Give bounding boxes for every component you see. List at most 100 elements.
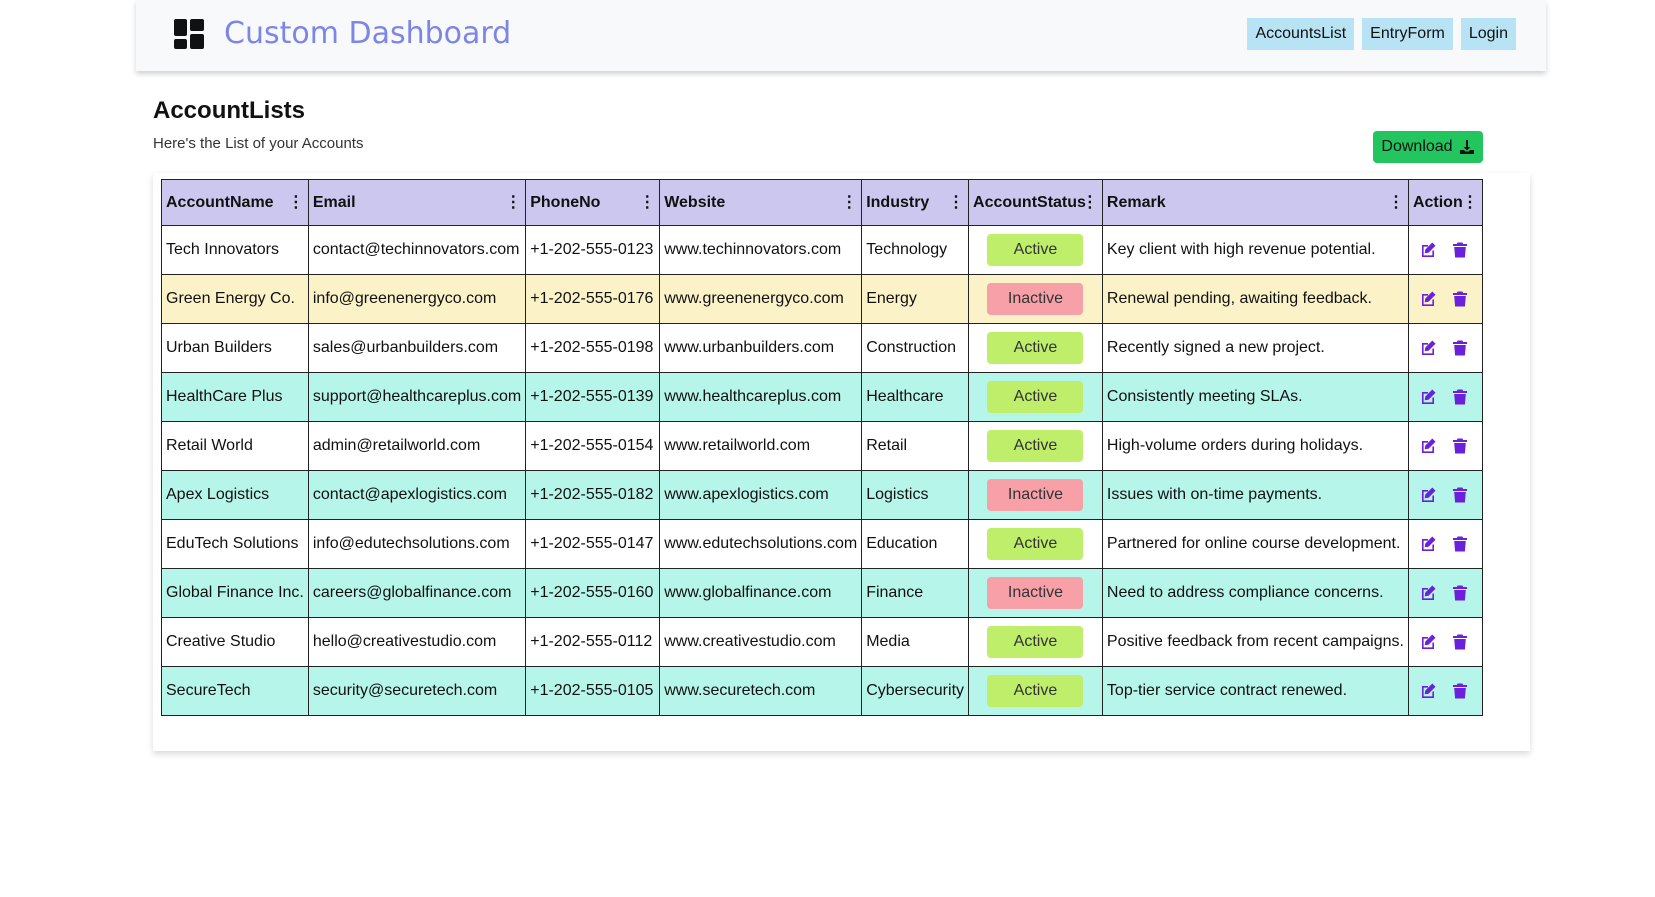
cell-account-name: Apex Logistics	[161, 470, 309, 520]
app-title: Custom Dashboard	[224, 16, 512, 51]
cell-website: www.healthcareplus.com	[659, 372, 863, 422]
vertical-dots-icon[interactable]: ⋮	[1082, 194, 1098, 211]
table-row: Apex Logistics contact@apexlogistics.com +…	[161, 470, 1483, 520]
dashboard-icon	[174, 18, 204, 49]
page-subtitle: Here's the List of your Accounts	[153, 135, 364, 152]
table-body: Tech Innovators contact@techinnovators.co…	[161, 225, 1483, 716]
trash-icon[interactable]	[1451, 290, 1469, 308]
vertical-dots-icon[interactable]: ⋮	[1462, 194, 1478, 211]
cell-account-name: HealthCare Plus	[161, 372, 309, 422]
vertical-dots-icon[interactable]: ⋮	[639, 194, 655, 211]
vertical-dots-icon[interactable]: ⋮	[948, 194, 964, 211]
cell-email: careers@globalfinance.com	[307, 568, 527, 618]
vertical-dots-icon[interactable]: ⋮	[288, 194, 304, 211]
cell-actions	[1407, 225, 1483, 275]
download-button[interactable]: Download	[1373, 131, 1483, 163]
column-header[interactable]: AccountStatus ⋮	[968, 179, 1103, 226]
column-header[interactable]: AccountName ⋮	[161, 179, 309, 226]
cell-website: www.globalfinance.com	[659, 568, 863, 618]
download-label: Download	[1381, 138, 1453, 155]
cell-actions	[1407, 274, 1483, 324]
column-header[interactable]: Action ⋮	[1407, 179, 1483, 226]
cell-phone: +1-202-555-0139	[525, 372, 661, 422]
cell-status: Inactive	[968, 470, 1103, 520]
cell-status: Inactive	[968, 568, 1103, 618]
brand[interactable]: Custom Dashboard	[173, 16, 511, 51]
column-header[interactable]: Website ⋮	[659, 179, 863, 226]
cell-remark: Need to address compliance concerns.	[1101, 568, 1409, 618]
trash-icon[interactable]	[1451, 535, 1469, 553]
table-row: Retail World admin@retailworld.com +1-202-…	[161, 421, 1483, 471]
cell-status: Active	[968, 519, 1103, 569]
edit-icon[interactable]	[1419, 241, 1437, 259]
trash-icon[interactable]	[1451, 437, 1469, 455]
trash-icon[interactable]	[1451, 241, 1469, 259]
cell-account-name: Urban Builders	[161, 323, 309, 373]
cell-account-name: Global Finance Inc.	[161, 568, 309, 618]
cell-actions	[1407, 568, 1483, 618]
cell-industry: Construction	[861, 323, 970, 373]
download-icon	[1459, 140, 1474, 154]
cell-status: Active	[968, 372, 1103, 422]
trash-icon[interactable]	[1451, 486, 1469, 504]
table-row: HealthCare Plus support@healthcareplus.co…	[161, 372, 1483, 422]
column-header[interactable]: Email ⋮	[307, 179, 527, 226]
edit-icon[interactable]	[1419, 290, 1437, 308]
table-row: Green Energy Co. info@greenenergyco.com +1…	[161, 274, 1483, 324]
trash-icon[interactable]	[1451, 584, 1469, 602]
row-actions	[1413, 633, 1478, 651]
cell-actions	[1407, 617, 1483, 667]
cell-remark: Recently signed a new project.	[1101, 323, 1409, 373]
edit-icon[interactable]	[1419, 486, 1437, 504]
edit-icon[interactable]	[1419, 584, 1437, 602]
cell-account-name: SecureTech	[161, 666, 309, 716]
status-badge: Inactive	[987, 479, 1084, 511]
cell-email: support@healthcareplus.com	[307, 372, 527, 422]
cell-phone: +1-202-555-0154	[525, 421, 661, 471]
cell-remark: Top-tier service contract renewed.	[1101, 666, 1409, 716]
trash-icon[interactable]	[1451, 388, 1469, 406]
table-row: Urban Builders sales@urbanbuilders.com +1-…	[161, 323, 1483, 373]
column-header[interactable]: Industry ⋮	[861, 179, 970, 226]
cell-status: Active	[968, 666, 1103, 716]
trash-icon[interactable]	[1451, 339, 1469, 357]
edit-icon[interactable]	[1419, 339, 1437, 357]
cell-remark: Positive feedback from recent campaigns.	[1101, 617, 1409, 667]
cell-email: admin@retailworld.com	[307, 421, 527, 471]
cell-actions	[1407, 323, 1483, 373]
cell-website: www.retailworld.com	[659, 421, 863, 471]
row-actions	[1413, 535, 1478, 553]
cell-status: Inactive	[968, 274, 1103, 324]
edit-icon[interactable]	[1419, 388, 1437, 406]
cell-website: www.apexlogistics.com	[659, 470, 863, 520]
row-actions	[1413, 241, 1478, 259]
trash-icon[interactable]	[1451, 633, 1469, 651]
nav-login-button[interactable]: Login	[1460, 18, 1516, 50]
table-row: SecureTech security@securetech.com +1-202-…	[161, 666, 1483, 716]
edit-icon[interactable]	[1419, 535, 1437, 553]
cell-industry: Cybersecurity	[861, 666, 970, 716]
cell-actions	[1407, 372, 1483, 422]
vertical-dots-icon[interactable]: ⋮	[1388, 194, 1404, 211]
cell-email: contact@techinnovators.com	[307, 225, 527, 275]
edit-icon[interactable]	[1419, 633, 1437, 651]
vertical-dots-icon[interactable]: ⋮	[505, 194, 521, 211]
vertical-dots-icon[interactable]: ⋮	[841, 194, 857, 211]
table-row: Tech Innovators contact@techinnovators.co…	[161, 225, 1483, 275]
status-badge: Active	[987, 430, 1084, 462]
cell-phone: +1-202-555-0176	[525, 274, 661, 324]
row-actions	[1413, 290, 1478, 308]
edit-icon[interactable]	[1419, 682, 1437, 700]
edit-icon[interactable]	[1419, 437, 1437, 455]
trash-icon[interactable]	[1451, 682, 1469, 700]
cell-phone: +1-202-555-0112	[525, 617, 661, 667]
column-header[interactable]: PhoneNo ⋮	[525, 179, 661, 226]
cell-website: www.techinnovators.com	[659, 225, 863, 275]
row-actions	[1413, 388, 1478, 406]
table-row: EduTech Solutions info@edutechsolutions.c…	[161, 519, 1483, 569]
nav-entryform-button[interactable]: EntryForm	[1362, 18, 1453, 50]
cell-phone: +1-202-555-0160	[525, 568, 661, 618]
column-header[interactable]: Remark ⋮	[1101, 179, 1409, 226]
nav-accountslist-button[interactable]: AccountsList	[1247, 18, 1355, 50]
cell-industry: Finance	[861, 568, 970, 618]
